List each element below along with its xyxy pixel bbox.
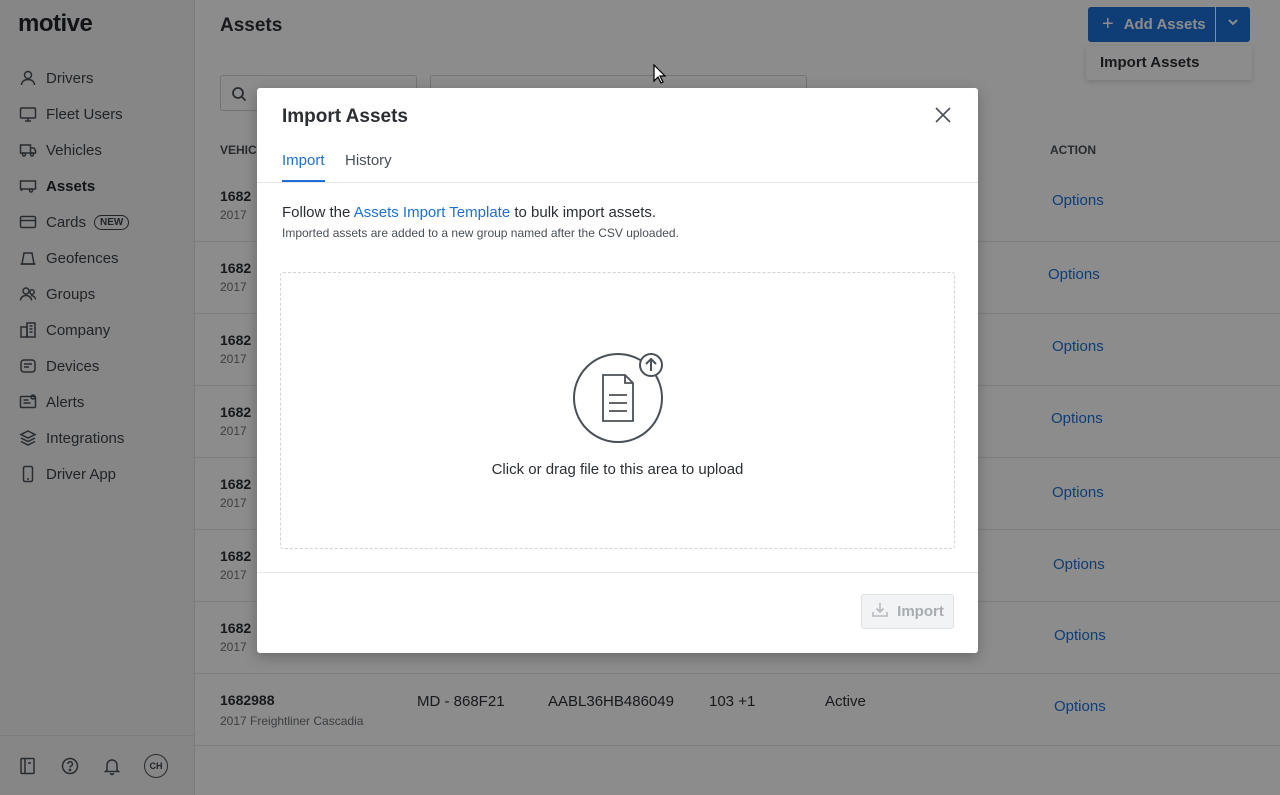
close-icon — [933, 107, 953, 129]
import-assets-modal: Import Assets Import History Follow the … — [257, 88, 978, 653]
intro-text-end: to bulk import assets. — [510, 204, 657, 221]
modal-footer: Import — [257, 572, 978, 653]
file-upload-icon — [573, 351, 667, 445]
import-button[interactable]: Import — [861, 594, 954, 629]
import-instructions: Follow the Assets Import Template to bul… — [282, 204, 656, 221]
import-note: Imported assets are added to a new group… — [282, 226, 679, 240]
import-icon — [871, 601, 889, 623]
import-button-label: Import — [897, 603, 944, 620]
file-dropzone[interactable]: Click or drag file to this area to uploa… — [280, 272, 955, 549]
tab-history[interactable]: History — [345, 152, 392, 169]
modal-title: Import Assets — [282, 106, 408, 127]
tab-import[interactable]: Import — [282, 152, 325, 169]
dropzone-text: Click or drag file to this area to uploa… — [491, 461, 744, 478]
close-button[interactable] — [933, 105, 953, 125]
intro-text: Follow the — [282, 204, 354, 221]
assets-import-template-link[interactable]: Assets Import Template — [354, 204, 510, 221]
modal-tabs: Import History — [257, 146, 978, 183]
mouse-cursor-icon — [653, 63, 667, 84]
active-tab-indicator — [282, 180, 325, 182]
